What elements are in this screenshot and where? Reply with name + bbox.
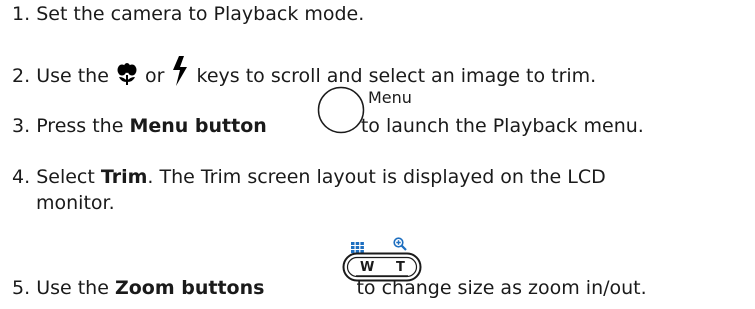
step-bold: Trim: [100, 166, 148, 188]
step-5: 5. Use the Zoom buttons to change size a…: [12, 276, 647, 300]
step-text-pre: Select: [36, 166, 101, 188]
menu-circle-button-icon: [317, 86, 365, 134]
macro-flower-icon: [115, 62, 139, 86]
step-text-mid: or: [138, 65, 171, 87]
step-text-post: to launch the Playback menu.: [354, 115, 644, 137]
step-4-continuation: monitor.: [36, 192, 115, 214]
step-text-pre: Use the: [36, 277, 115, 299]
step-text-post: keys to scroll and select an image to tr…: [190, 65, 597, 87]
step-4: 4. Select Trim. The Trim screen layout i…: [12, 165, 606, 189]
step-text-post: . The Trim screen layout is displayed on…: [147, 166, 606, 188]
step-text-pre: Use the: [36, 65, 115, 87]
step-text: Set the camera to Playback mode.: [36, 3, 365, 25]
step-text-pre: Press the: [36, 115, 130, 137]
step-1: 1. Set the camera to Playback mode.: [12, 2, 364, 26]
step-bold: Zoom buttons: [114, 277, 265, 299]
step-number: 3.: [12, 115, 31, 137]
thumbnail-grid-icon: [351, 238, 364, 253]
step-number: 5.: [12, 277, 31, 299]
menu-icon-label: Menu: [368, 88, 412, 107]
step-2: 2. Use the or keys to scroll and select …: [12, 56, 596, 88]
zoom-tele-label: T: [396, 260, 405, 275]
magnify-plus-icon: [393, 236, 407, 251]
step-number: 2.: [12, 65, 31, 87]
step-number: 4.: [12, 166, 31, 188]
zoom-rocker-icon: W T: [342, 252, 422, 282]
zoom-wide-label: W: [360, 260, 374, 275]
flash-bolt-icon: [170, 56, 190, 86]
step-number: 1.: [12, 3, 31, 25]
step-bold: Menu button: [129, 115, 267, 137]
